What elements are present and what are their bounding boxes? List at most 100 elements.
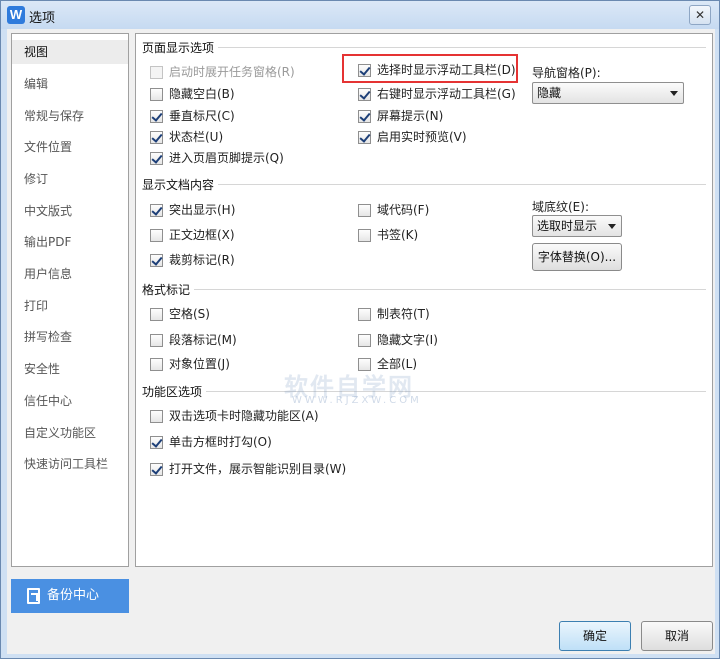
option-label: 正文边框(X) [169,228,235,242]
checkbox-checked [150,463,163,476]
option-label: 打开文件，展示智能识别目录(W) [169,462,347,476]
checkbox [358,334,371,347]
ribbon-group-title: 功能区选项 [142,383,207,400]
sidebar-item-edit[interactable]: 编辑 [12,72,128,96]
option-label: 隐藏文字(I) [377,333,438,347]
sidebar-item-security[interactable]: 安全性 [12,357,128,381]
checkbox-checked [358,110,371,123]
view-options-panel: 页面显示选项 启动时展开任务窗格(R) 隐藏空白(B) 垂直标尺(C) 状态栏(… [135,33,713,567]
option-label: 启动时展开任务窗格(R) [169,65,295,79]
option-field-codes[interactable]: 域代码(F) [358,201,429,219]
option-double-click-hide-ribbon[interactable]: 双击选项卡时隐藏功能区(A) [150,407,319,425]
option-label: 垂直标尺(C) [169,109,235,123]
font-substitution-button[interactable]: 字体替换(O)... [532,243,622,271]
ok-button[interactable]: 确定 [559,621,631,651]
sidebar-item-custom-ribbon[interactable]: 自定义功能区 [12,421,128,445]
nav-pane-label: 导航窗格(P): [532,66,601,80]
option-click-box-to-check[interactable]: 单击方框时打勾(O) [150,433,272,451]
option-live-preview[interactable]: 启用实时预览(V) [358,128,467,146]
option-screen-tips[interactable]: 屏幕提示(N) [358,107,443,125]
option-vertical-ruler[interactable]: 垂直标尺(C) [150,107,235,125]
checkbox [358,204,371,217]
checkbox [150,308,163,321]
option-smart-toc[interactable]: 打开文件，展示智能识别目录(W) [150,460,346,478]
group-divider [142,184,706,185]
option-tab-characters[interactable]: 制表符(T) [358,305,430,323]
checkbox-checked [150,204,163,217]
sidebar-item-print[interactable]: 打印 [12,294,128,318]
close-button[interactable]: ✕ [689,5,711,25]
field-shading-label: 域底纹(E): [532,200,589,214]
option-label: 域代码(F) [377,203,430,217]
option-text-boundaries[interactable]: 正文边框(X) [150,226,235,244]
option-label: 启用实时预览(V) [377,130,467,144]
option-bookmarks[interactable]: 书签(K) [358,226,418,244]
option-label: 裁剪标记(R) [169,253,235,267]
option-header-footer-tip[interactable]: 进入页眉页脚提示(Q) [150,149,284,167]
option-paragraph-marks[interactable]: 段落标记(M) [150,331,237,349]
dialog-body: 视图 编辑 常规与保存 文件位置 修订 中文版式 输出PDF 用户信息 打印 拼… [7,29,715,654]
checkbox-checked [150,152,163,165]
sidebar-item-file-location[interactable]: 文件位置 [12,135,128,159]
option-hidden-text[interactable]: 隐藏文字(I) [358,331,438,349]
option-label: 进入页眉页脚提示(Q) [169,151,284,165]
option-object-anchors[interactable]: 对象位置(J) [150,355,230,373]
sidebar-item-user-info[interactable]: 用户信息 [12,262,128,286]
checkbox-checked [358,131,371,144]
checkbox [150,410,163,423]
backup-center-label: 备份中心 [47,588,100,603]
sidebar-item-view[interactable]: 视图 [12,40,128,64]
sidebar-item-export-pdf[interactable]: 输出PDF [12,230,128,254]
option-label: 双击选项卡时隐藏功能区(A) [169,409,319,423]
sidebar-item-chinese-layout[interactable]: 中文版式 [12,199,128,223]
doc-content-group-title: 显示文档内容 [142,176,219,193]
option-spaces[interactable]: 空格(S) [150,305,210,323]
checkbox-checked [150,436,163,449]
option-label: 对象位置(J) [169,357,230,371]
option-highlight[interactable]: 突出显示(H) [150,201,235,219]
nav-pane-value: 隐藏 [537,86,562,100]
field-shading-select[interactable]: 选取时显示 [532,215,622,237]
options-dialog: W 选项 ✕ 视图 编辑 常规与保存 文件位置 修订 中文版式 输出PDF 用户… [0,0,720,659]
checkbox-checked [358,88,371,101]
checkbox [150,229,163,242]
option-hide-blank[interactable]: 隐藏空白(B) [150,85,235,103]
chevron-down-icon [608,224,616,229]
chevron-down-icon [670,91,678,96]
option-status-bar[interactable]: 状态栏(U) [150,128,223,146]
option-label: 选择时显示浮动工具栏(D) [377,63,516,77]
page-display-group-title: 页面显示选项 [142,39,219,56]
wps-app-icon: W [7,6,25,24]
option-float-toolbar-on-select[interactable]: 选择时显示浮动工具栏(D) [358,61,516,79]
option-float-toolbar-on-right-click[interactable]: 右键时显示浮动工具栏(G) [358,85,516,103]
checkbox [358,229,371,242]
title-bar: W 选项 ✕ [1,1,719,29]
option-label: 单击方框时打勾(O) [169,435,272,449]
cancel-button[interactable]: 取消 [641,621,713,651]
sidebar-item-revision[interactable]: 修订 [12,167,128,191]
checkbox-checked [150,254,163,267]
backup-center-button[interactable]: 备份中心 [11,579,129,613]
checkbox-checked [150,131,163,144]
checkbox-checked [358,64,371,77]
site-watermark-url: WWW.RJZXW.COM [292,395,422,406]
nav-pane-select[interactable]: 隐藏 [532,82,684,104]
backup-document-icon [27,588,40,604]
option-label: 书签(K) [377,228,419,242]
sidebar-item-spell-check[interactable]: 拼写检查 [12,325,128,349]
option-crop-marks[interactable]: 裁剪标记(R) [150,251,235,269]
group-divider [142,289,706,290]
option-label: 制表符(T) [377,307,430,321]
checkbox-checked [150,110,163,123]
option-label: 右键时显示浮动工具栏(G) [377,87,516,101]
sidebar-item-general-save[interactable]: 常规与保存 [12,104,128,128]
format-marks-group-title: 格式标记 [142,281,195,298]
option-expand-task-pane[interactable]: 启动时展开任务窗格(R) [150,63,295,81]
option-label: 屏幕提示(N) [377,109,444,123]
sidebar-item-quick-access[interactable]: 快速访问工具栏 [12,452,128,476]
sidebar-item-trust-center[interactable]: 信任中心 [12,389,128,413]
option-label: 段落标记(M) [169,333,237,347]
option-label: 隐藏空白(B) [169,87,235,101]
options-sidebar: 视图 编辑 常规与保存 文件位置 修订 中文版式 输出PDF 用户信息 打印 拼… [11,33,129,567]
option-label: 空格(S) [169,307,210,321]
